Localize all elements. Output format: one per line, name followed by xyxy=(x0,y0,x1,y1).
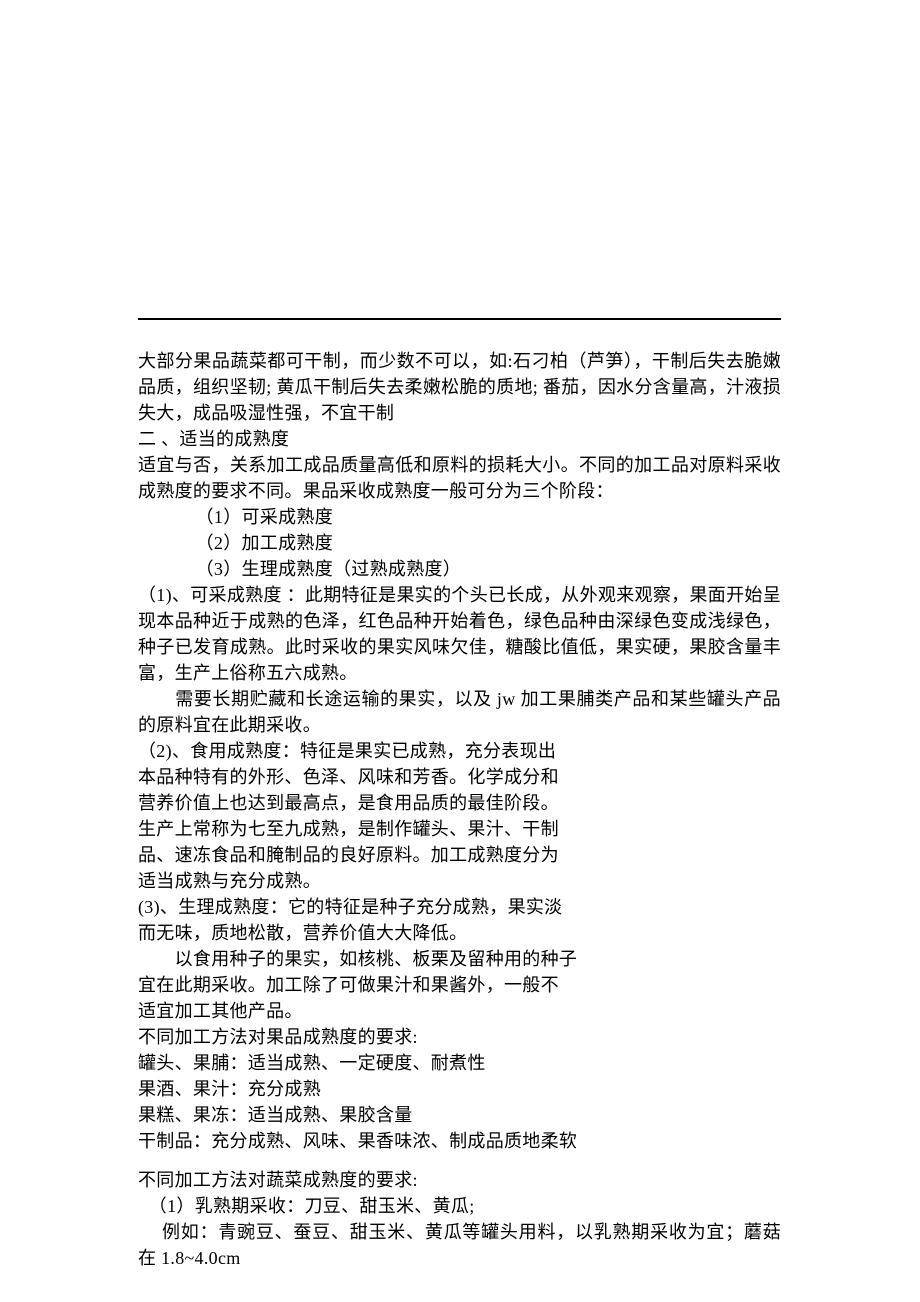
paragraph: 适当成熟与充分成熟。 xyxy=(138,868,781,894)
paragraph: 果酒、果汁：充分成熟 xyxy=(138,1076,781,1102)
paragraph: 生产上常称为七至九成熟，是制作罐头、果汁、干制 xyxy=(138,816,781,842)
paragraph: 本品种特有的外形、色泽、风味和芳香。化学成分和 xyxy=(138,764,781,790)
heading: 不同加工方法对果品成熟度的要求: xyxy=(138,1024,781,1050)
paragraph: 例如：青豌豆、蚕豆、甜玉米、黄瓜等罐头用料，以乳熟期采收为宜；蘑菇在 1.8~4… xyxy=(138,1219,781,1271)
document-body: 大部分果品蔬菜都可干制，而少数不可以，如:石刁柏（芦笋），干制后失去脆嫩品质，组… xyxy=(138,348,781,1271)
paragraph: 品、速冻食品和腌制品的良好原料。加工成熟度分为 xyxy=(138,842,781,868)
paragraph: 而无味，质地松散，营养价值大大降低。 xyxy=(138,920,781,946)
paragraph: 干制品：充分成熟、风味、果香味浓、制成品质地柔软 xyxy=(138,1128,781,1154)
list-item: （1）可采成熟度 xyxy=(138,504,781,530)
paragraph: 罐头、果脯：适当成熟、一定硬度、耐煮性 xyxy=(138,1050,781,1076)
list-item: （3）生理成熟度（过熟成熟度） xyxy=(138,556,781,582)
paragraph: 适宜与否，关系加工成品质量高低和原料的损耗大小。不同的加工品对原料采收成熟度的要… xyxy=(138,452,781,504)
list-item: （2）加工成熟度 xyxy=(138,530,781,556)
paragraph: (3)、生理成熟度：它的特征是种子充分成熟，果实淡 xyxy=(138,894,781,920)
paragraph: （1)、可采成熟度 ：此期特征是果实的个头已长成，从外观来观察，果面开始呈现本品… xyxy=(138,582,781,686)
list-item: （1）乳熟期采收：刀豆、甜玉米、黄瓜; xyxy=(138,1193,781,1219)
paragraph: （2)、食用成熟度：特征是果实已成熟，充分表现出 xyxy=(138,738,781,764)
paragraph: 适宜加工其他产品。 xyxy=(138,998,781,1024)
paragraph: 宜在此期采收。加工除了可做果汁和果酱外，一般不 xyxy=(138,972,781,998)
paragraph: 以食用种子的果实，如核桃、板栗及留种用的种子 xyxy=(138,946,781,972)
blank-line xyxy=(138,1154,781,1167)
paragraph: 需要长期贮藏和长途运输的果实，以及 jw 加工果脯类产品和某些罐头产品的原料宜在… xyxy=(138,686,781,738)
paragraph: 营养价值上也达到最高点，是食用品质的最佳阶段。 xyxy=(138,790,781,816)
horizontal-rule xyxy=(138,318,781,320)
paragraph: 果糕、果冻：适当成熟、果胶含量 xyxy=(138,1102,781,1128)
heading: 不同加工方法对蔬菜成熟度的要求: xyxy=(138,1167,781,1193)
paragraph: 大部分果品蔬菜都可干制，而少数不可以，如:石刁柏（芦笋），干制后失去脆嫩品质，组… xyxy=(138,348,781,426)
heading-section: 二 、适当的成熟度 xyxy=(138,426,781,452)
